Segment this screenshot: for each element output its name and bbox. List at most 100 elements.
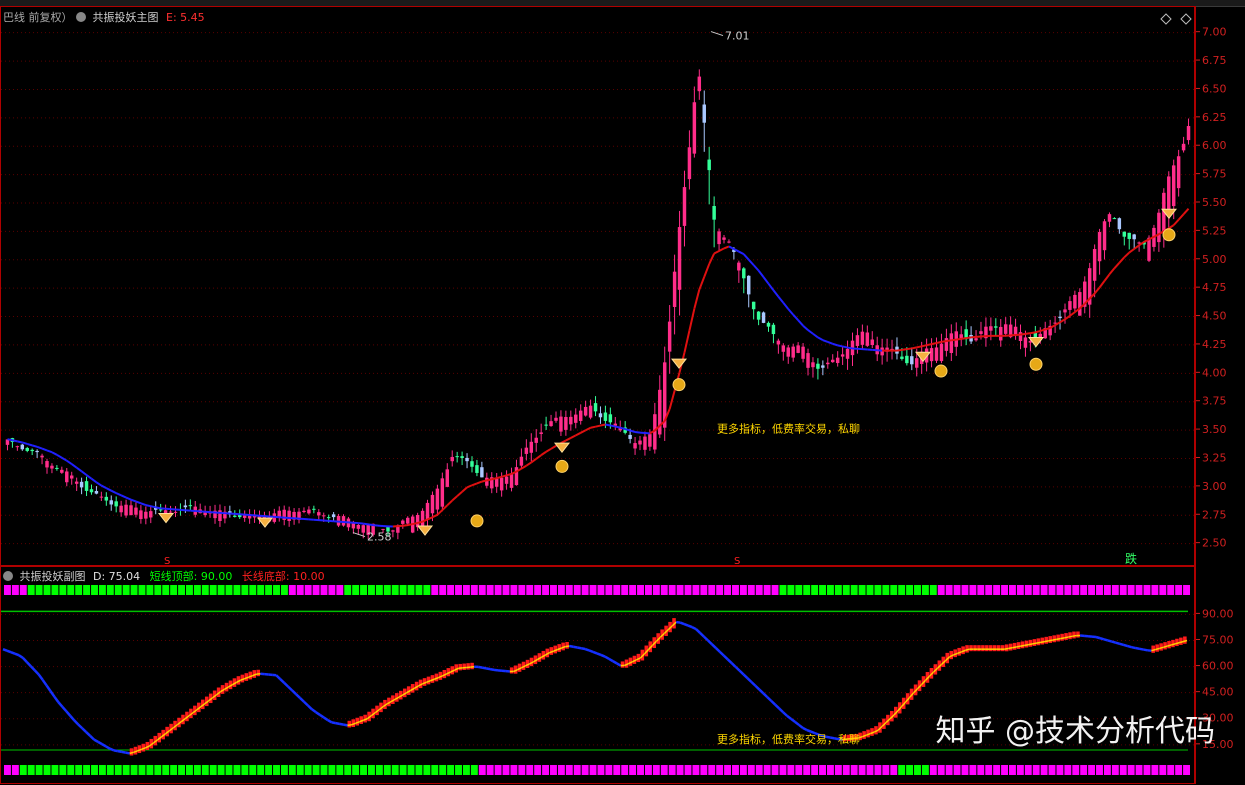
moving-average-segment [610, 425, 615, 426]
status-cell [1009, 765, 1016, 775]
status-cell [321, 765, 328, 775]
candle-body [762, 312, 765, 322]
status-cell [969, 585, 976, 595]
promo-text: 更多指标，低费率交易，私聊 [717, 732, 860, 746]
candle-body [717, 231, 720, 244]
candle-body [589, 406, 592, 418]
status-cell [344, 585, 351, 595]
oscillator-segment [747, 678, 751, 682]
oscillator-segment [284, 683, 288, 687]
candle-body [243, 516, 246, 518]
moving-average-segment [17, 441, 22, 442]
oscillator-segment [118, 751, 122, 752]
candle-body [950, 333, 953, 353]
moving-average-segment [897, 350, 902, 351]
moving-average-segment [37, 447, 42, 449]
status-cell [772, 765, 779, 775]
candle-body [821, 365, 824, 367]
candle-body [534, 438, 537, 443]
status-cell [1049, 585, 1056, 595]
candle-body [144, 512, 147, 519]
candle-body [16, 446, 19, 447]
rising-bar [458, 664, 462, 670]
moving-average-segment [907, 348, 912, 349]
oscillator-segment [795, 722, 799, 725]
moving-average-segment [82, 471, 87, 475]
candle-body [233, 516, 236, 517]
moving-average-segment [932, 343, 937, 344]
candle-body [831, 360, 834, 362]
status-cell [985, 585, 992, 595]
status-cell [1151, 585, 1158, 595]
status-cell [1128, 765, 1135, 775]
status-cell [439, 765, 446, 775]
moving-average-segment [62, 458, 67, 461]
candle-body [1118, 218, 1121, 229]
moving-average-segment [106, 488, 111, 491]
status-cell [637, 585, 644, 595]
oscillator-segment [708, 640, 712, 644]
status-cell [210, 765, 217, 775]
candle-body [302, 511, 305, 512]
oscillator-segment [482, 668, 486, 669]
status-cell [415, 765, 422, 775]
status-cell [518, 585, 525, 595]
status-cell [4, 765, 11, 775]
status-cell [598, 585, 605, 595]
candle-body [673, 272, 676, 307]
status-cell [273, 765, 280, 775]
status-cell [28, 585, 35, 595]
status-cell [218, 765, 225, 775]
oscillator-segment [1120, 644, 1124, 645]
moving-average-segment [472, 483, 477, 485]
moving-average-segment [121, 495, 126, 497]
status-cell [123, 765, 130, 775]
moving-average-segment [754, 265, 759, 270]
moving-average-segment [620, 428, 625, 429]
candle-body [1068, 301, 1071, 310]
y-tick-label: 6.25 [1202, 111, 1227, 124]
y-tick-label: 2.50 [1202, 537, 1227, 550]
status-cell [685, 765, 692, 775]
oscillator-segment [684, 624, 688, 626]
candle-body [110, 500, 113, 504]
status-cell [1080, 585, 1087, 595]
candle-body [80, 482, 83, 488]
moving-average-segment [487, 479, 492, 480]
moving-average-segment [1184, 209, 1189, 214]
candle-body [436, 489, 439, 510]
y-tick-label: 3.00 [1202, 480, 1227, 493]
status-cell [186, 585, 193, 595]
money-bag-signal-icon [935, 365, 947, 377]
candle-body [856, 335, 859, 346]
status-cell [542, 585, 549, 595]
candle-body [999, 327, 1002, 340]
status-cell [91, 585, 98, 595]
moving-average-segment [111, 491, 116, 493]
oscillator-segment [692, 627, 696, 629]
moving-average-segment [1134, 245, 1139, 249]
status-cell [613, 765, 620, 775]
moving-average-segment [373, 525, 378, 526]
moving-average-segment [482, 480, 487, 481]
main-chart-panel[interactable]: 巴线 前复权） 共振投妖主图 E: 5.45 7.012.58更多指标，低费率交… [0, 6, 1195, 566]
oscillator-segment [1143, 650, 1147, 651]
candle-body [480, 467, 483, 477]
moving-average-segment [96, 482, 101, 485]
candle-body [609, 414, 612, 422]
candle-body [974, 338, 977, 340]
oscillator-segment [1029, 644, 1033, 645]
oscillator-segment [799, 725, 803, 728]
status-cell [265, 585, 272, 595]
status-cell [1064, 765, 1071, 775]
status-cell [890, 765, 897, 775]
rising-bar [1001, 645, 1005, 651]
rising-bar [977, 645, 981, 651]
moving-average-segment [462, 487, 467, 491]
sub-indicator-panel[interactable]: 共振投妖副图 D: 75.04 短线顶部: 90.00 长线底部: 10.00 … [0, 566, 1195, 784]
y-tick-label: 3.25 [1202, 451, 1227, 464]
moving-average-segment [141, 503, 146, 505]
candle-body [791, 347, 794, 358]
candle-body [421, 511, 424, 526]
moving-average-segment [625, 429, 630, 430]
